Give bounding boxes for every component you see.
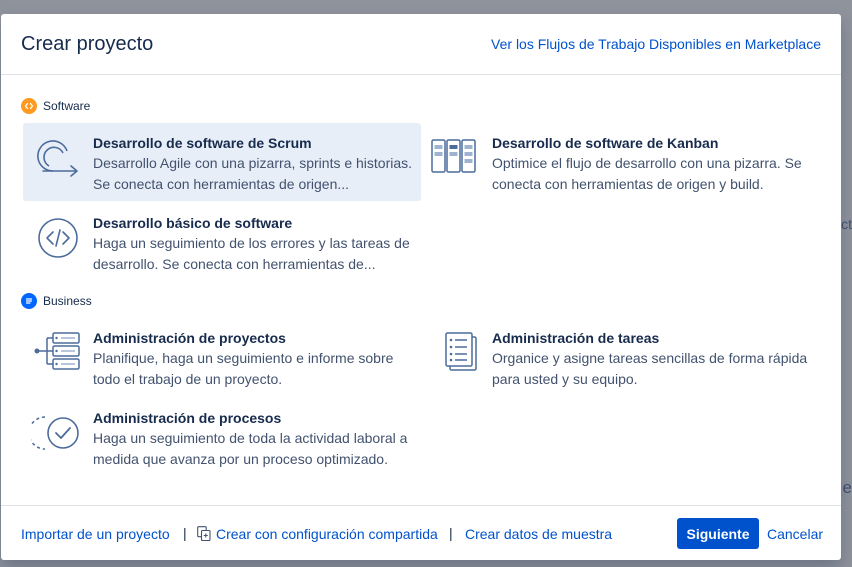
dialog-header: Crear proyecto Ver los Flujos de Trabajo… (1, 14, 841, 75)
section-business-label: Business (43, 294, 92, 308)
create-project-dialog: Crear proyecto Ver los Flujos de Trabajo… (1, 14, 841, 560)
template-description: Desarrollo Agile con una pizarra, sprint… (93, 155, 413, 192)
footer-separator: | (449, 525, 453, 541)
footer-separator: | (183, 525, 187, 541)
template-description: Planifique, haga un seguimiento e inform… (93, 350, 394, 387)
template-title: Desarrollo de software de Kanban (492, 135, 719, 151)
template-title: Desarrollo básico de software (93, 215, 293, 231)
next-button[interactable]: Siguiente (677, 518, 759, 549)
template-description: Haga un seguimiento de toda la actividad… (93, 430, 408, 467)
task-list-icon (430, 328, 486, 378)
template-title: Desarrollo de software de Scrum (93, 135, 312, 151)
sample-data-link[interactable]: Crear datos de muestra (465, 526, 612, 542)
template-title: Administración de procesos (93, 410, 282, 426)
project-list-icon (31, 328, 87, 378)
template-description: Organice y asigne tareas sencillas de fo… (492, 350, 808, 387)
template-card-basic-software[interactable]: Desarrollo básico de software Haga un se… (23, 203, 421, 281)
template-card-project-management[interactable]: Administración de proyectos Planifique, … (23, 318, 421, 396)
template-description: Optimice el flujo de desarrollo con una … (492, 155, 802, 192)
cancel-button[interactable]: Cancelar (767, 526, 823, 542)
section-software-label: Software (43, 99, 91, 113)
section-business-header: Business (21, 293, 92, 309)
section-software-header: Software (21, 98, 90, 114)
kanban-board-icon (430, 133, 486, 183)
template-description: Haga un seguimiento de los errores y las… (93, 235, 410, 272)
dialog-footer: Importar de un proyecto | Crear con conf… (1, 505, 841, 560)
dialog-title: Crear proyecto (21, 33, 154, 55)
template-card-kanban[interactable]: Desarrollo de software de Kanban Optimic… (422, 123, 820, 201)
code-icon (21, 98, 37, 114)
template-title: Administración de tareas (492, 330, 660, 346)
process-check-icon (28, 408, 87, 458)
shared-config-icon (197, 526, 211, 542)
template-card-process-management[interactable]: Administración de procesos Haga un segui… (23, 398, 421, 476)
document-icon (21, 293, 37, 309)
template-title: Administración de proyectos (93, 330, 286, 346)
marketplace-link[interactable]: Ver los Flujos de Trabajo Disponibles en… (491, 36, 821, 52)
scrum-cycle-icon (31, 133, 87, 183)
import-project-link[interactable]: Importar de un proyecto (21, 526, 170, 542)
background-partial-text: ct (841, 216, 852, 232)
shared-config-link[interactable]: Crear con configuración compartida (216, 526, 438, 542)
code-brackets-icon (31, 213, 87, 263)
template-card-task-management[interactable]: Administración de tareas Organice y asig… (422, 318, 820, 396)
background-partial-text: e (842, 478, 852, 497)
template-card-scrum[interactable]: Desarrollo de software de Scrum Desarrol… (23, 123, 421, 201)
